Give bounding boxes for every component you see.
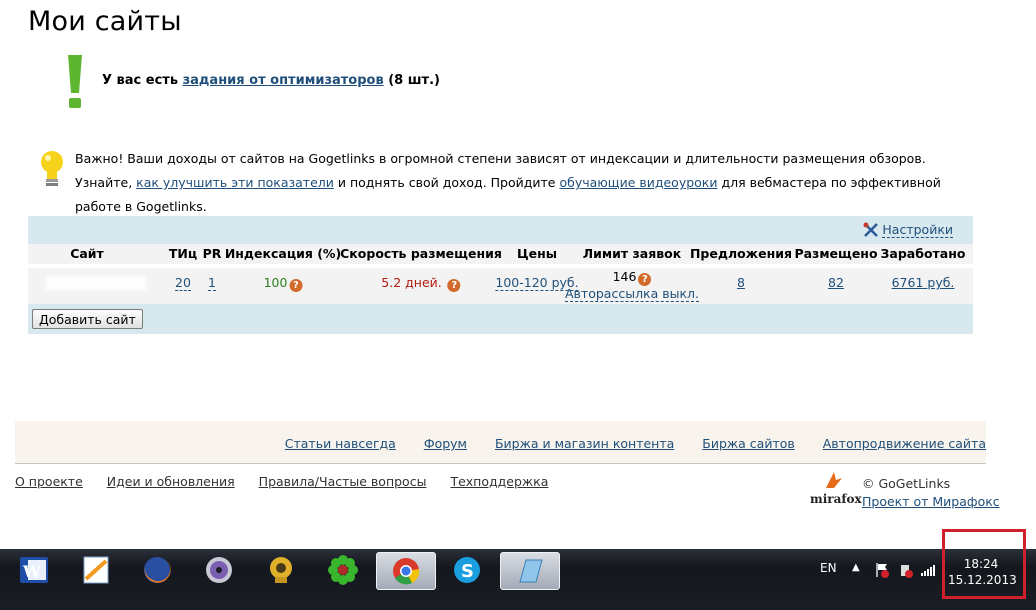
- auto-mailing-link[interactable]: Авторассылка выкл.: [565, 286, 699, 302]
- speed-cell: 5.2 дней. ?: [381, 275, 461, 292]
- taskbar-word[interactable]: W: [5, 552, 63, 588]
- site-name-redacted: [46, 276, 146, 290]
- speed-value: 5.2 дней.: [381, 275, 442, 290]
- indexing-cell: 100?: [264, 275, 303, 292]
- col-indexing: Индексация (%): [224, 246, 342, 261]
- taskbar-flower[interactable]: [314, 552, 372, 588]
- taskbar-dvd[interactable]: [190, 552, 248, 588]
- svg-text:S: S: [461, 561, 474, 582]
- mirafox-logo: mirafox: [810, 470, 862, 508]
- footer-link-ideas[interactable]: Идеи и обновления: [107, 474, 235, 489]
- indexing-value: 100: [263, 275, 288, 290]
- add-site-button[interactable]: Добавить сайт: [32, 309, 143, 329]
- table-row: 20 1 100? 5.2 дней. ? 100-120 руб. 146? …: [28, 268, 973, 304]
- help-icon[interactable]: ?: [447, 279, 461, 292]
- footer-link-articles[interactable]: Статьи навсегда: [285, 436, 396, 451]
- page-title: Мои сайты: [28, 6, 182, 37]
- col-earned: Заработано: [880, 246, 966, 261]
- language-indicator[interactable]: EN: [820, 561, 837, 575]
- table-bottom-bar: Добавить сайт: [28, 304, 973, 334]
- mirafox-project-link[interactable]: Проект от Мирафокс: [862, 494, 1000, 509]
- tasks-notice: У вас есть задания от оптимизаторов (8 ш…: [60, 55, 660, 110]
- settings-icon: [863, 222, 879, 237]
- chrome-icon: [393, 558, 420, 585]
- fox-icon: [826, 472, 842, 488]
- col-prices: Цены: [516, 246, 558, 261]
- col-placed: Размещено: [794, 246, 878, 261]
- optimizer-tasks-link[interactable]: задания от оптимизаторов: [183, 73, 384, 88]
- exclamation-icon: [68, 55, 82, 108]
- col-offers: Предложения: [689, 246, 793, 261]
- sites-table: Настройки Сайт ТИц PR Индексация (%) Ско…: [28, 216, 973, 334]
- taskbar-skype[interactable]: S: [438, 552, 496, 588]
- word-icon: W: [20, 557, 48, 583]
- col-speed: Скорость размещения: [340, 246, 502, 261]
- help-icon[interactable]: ?: [289, 279, 303, 292]
- windows-taskbar: W S EN ▲ 18:24 15.12.2013: [0, 549, 1036, 610]
- taskbar-notepad[interactable]: [500, 552, 560, 590]
- col-pr: PR: [202, 246, 222, 261]
- taskbar-notes[interactable]: [67, 552, 125, 588]
- taskbar-chrome[interactable]: [376, 552, 436, 590]
- col-site: Сайт: [70, 246, 104, 261]
- footer-link-support[interactable]: Техподдержка: [450, 474, 548, 489]
- highlight-box: [942, 529, 1026, 599]
- info-text: Важно! Ваши доходы от сайтов на Gogetlin…: [75, 151, 941, 214]
- col-tic: ТИц: [168, 246, 198, 261]
- notice-text: У вас есть задания от оптимизаторов (8 ш…: [102, 73, 440, 88]
- earned-link[interactable]: 6761 руб.: [892, 275, 955, 290]
- firefox-icon: [144, 557, 171, 583]
- icq-icon: [270, 557, 292, 583]
- flag-icon[interactable]: [874, 562, 890, 578]
- table-toolbar: Настройки: [28, 216, 973, 244]
- footer-link-content-exchange[interactable]: Биржа и магазин контента: [495, 436, 674, 451]
- lightbulb-icon: [41, 151, 63, 186]
- skype-icon: S: [454, 557, 480, 583]
- taskbar-icq[interactable]: [252, 552, 310, 588]
- signal-icon[interactable]: [920, 562, 936, 578]
- copyright: © GoGetLinks Проект от Мирафокс: [862, 476, 1000, 509]
- footer-link-forum[interactable]: Форум: [424, 436, 467, 451]
- footer-link-rules[interactable]: Правила/Частые вопросы: [259, 474, 427, 489]
- video-lessons-link[interactable]: обучающие видеоуроки: [559, 175, 717, 190]
- improve-stats-link[interactable]: как улучшить эти показатели: [136, 175, 334, 190]
- tic-value[interactable]: 20: [175, 275, 191, 291]
- dvd-icon: [206, 557, 232, 583]
- col-limit: Лимит заявок: [582, 246, 682, 261]
- notepad-icon: [519, 559, 543, 583]
- power-icon[interactable]: [898, 562, 914, 578]
- settings-link[interactable]: Настройки: [863, 222, 953, 238]
- offers-link[interactable]: 8: [737, 275, 745, 290]
- limit-cell: 146? Авторассылка выкл.: [565, 269, 699, 302]
- footer-nav: Статьи навсегда Форум Биржа и магазин ко…: [15, 421, 986, 464]
- svg-text:W: W: [22, 562, 42, 581]
- footer-link-sites-exchange[interactable]: Биржа сайтов: [702, 436, 794, 451]
- taskbar-firefox[interactable]: [128, 552, 186, 588]
- flower-icon: [328, 555, 358, 585]
- help-icon[interactable]: ?: [638, 273, 652, 286]
- placed-link[interactable]: 82: [828, 275, 844, 290]
- pr-value[interactable]: 1: [208, 275, 216, 291]
- footer-link-autopromotion[interactable]: Автопродвижение сайта: [823, 436, 986, 451]
- notes-icon: [83, 556, 109, 584]
- show-hidden-icons-arrow[interactable]: ▲: [852, 562, 860, 573]
- limit-value: 146: [612, 269, 637, 284]
- footer-secondary-links: О проекте Идеи и обновления Правила/Част…: [15, 474, 568, 489]
- footer-link-about[interactable]: О проекте: [15, 474, 83, 489]
- table-header: Сайт ТИц PR Индексация (%) Скорость разм…: [28, 244, 973, 264]
